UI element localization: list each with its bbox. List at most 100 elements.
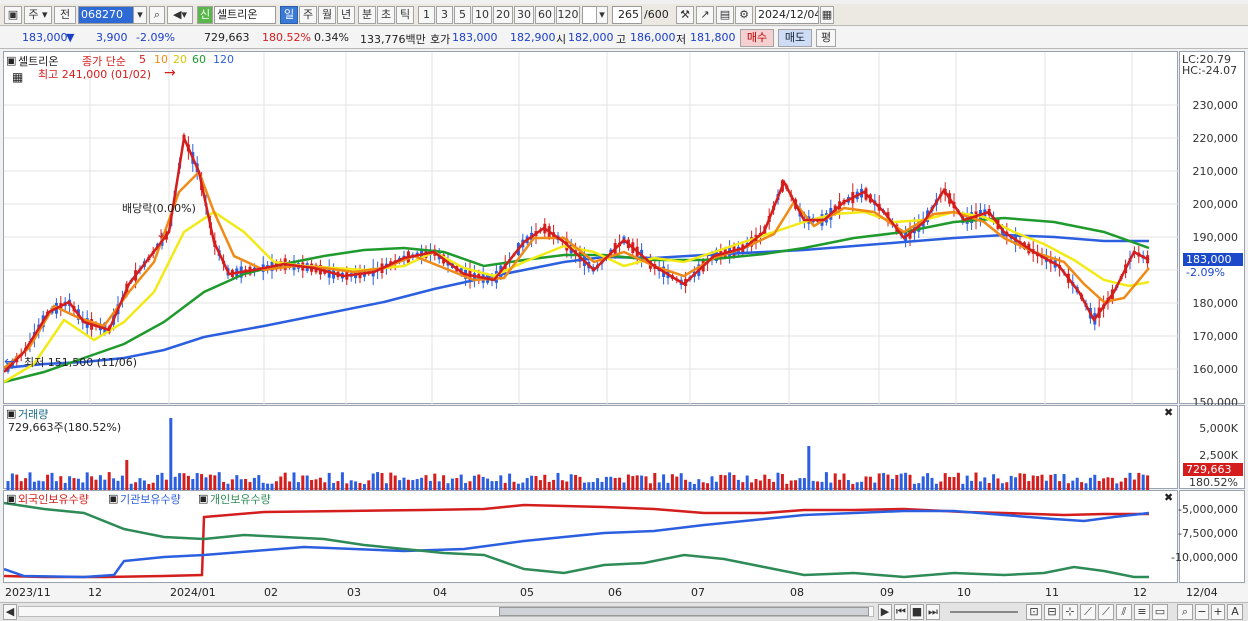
split-icon[interactable]: ⊟ (1044, 604, 1060, 620)
period-week[interactable]: 주 (299, 6, 317, 24)
volume-bar (776, 472, 780, 490)
volume-bar (1088, 477, 1092, 490)
count-input[interactable]: 265 (612, 6, 642, 24)
period-day[interactable]: 일 (280, 6, 298, 24)
pane-close-icon[interactable]: ✖ (1164, 491, 1173, 504)
table-icon[interactable]: ▦ (12, 70, 23, 84)
all-button[interactable]: 전 (54, 6, 76, 24)
minute-60[interactable]: 60 (535, 6, 555, 24)
calendar-icon[interactable]: ▦ (820, 6, 834, 24)
period-second[interactable]: 초 (377, 6, 395, 24)
pane-settings-icon[interactable]: ▣ (6, 492, 16, 505)
buy-button[interactable]: 매수 (740, 29, 774, 47)
draw-tool-icon[interactable]: ↗ (696, 6, 714, 24)
x-tick: 2023/11 (5, 586, 51, 599)
minute-20[interactable]: 20 (493, 6, 513, 24)
date-input[interactable]: 2024/12/04 (755, 6, 819, 24)
minute-30[interactable]: 30 (514, 6, 534, 24)
crosshair-icon[interactable]: ⊹ (1062, 604, 1078, 620)
search-icon[interactable]: ⌕ (149, 6, 165, 24)
font-size-icon[interactable]: A (1227, 604, 1243, 620)
volume-bar (252, 477, 256, 490)
window-icon[interactable]: ▣ (4, 6, 22, 24)
custom-period-dropdown-icon[interactable]: ▾ (596, 6, 608, 24)
scroll-left-icon[interactable]: ◀ (3, 604, 17, 620)
code-dropdown-icon[interactable]: ▾ (133, 6, 147, 24)
zoom-slider[interactable] (950, 611, 1018, 613)
volume-bar (622, 482, 626, 490)
box-tool-icon[interactable]: ▭ (1152, 604, 1168, 620)
volume-bar (1128, 472, 1132, 490)
scrollbar-thumb[interactable] (499, 607, 869, 616)
channel-icon[interactable]: ⫽ (1116, 604, 1132, 620)
volume-bar (151, 482, 155, 490)
indicator-icon[interactable]: ⚒ (676, 6, 694, 24)
volume-bar (336, 481, 340, 490)
volume-bar (28, 472, 32, 490)
forward-icon[interactable]: ⏭ (926, 604, 940, 620)
volume-bar (873, 482, 877, 490)
x-tick: 06 (608, 586, 622, 599)
volume-bar (490, 481, 494, 490)
volume-bar (846, 480, 850, 490)
volume-pane[interactable]: ▣ 거래량 729,663주(180.52%) ✖ (3, 405, 1178, 490)
volume-bar (1124, 477, 1128, 490)
zoom-out-icon[interactable]: − (1195, 604, 1209, 620)
volume-bar (279, 476, 283, 490)
period-year[interactable]: 년 (337, 6, 355, 24)
horizontal-scrollbar[interactable] (18, 606, 874, 617)
average-button[interactable]: 평 (816, 29, 836, 47)
speaker-icon[interactable]: ◀▾ (167, 6, 193, 24)
volume-bar (1000, 483, 1004, 490)
scroll-right-icon[interactable]: ▶ (878, 604, 892, 620)
trend-line-icon[interactable]: ⟋ (1080, 604, 1096, 620)
volume-bar (653, 472, 657, 490)
volume-value: 729,663주(180.52%) (8, 421, 122, 434)
price-chart-pane[interactable]: → ← ↓ ▣ 셀트리온 종가 단순 5 10 20 60 120 최고 241… (3, 51, 1179, 405)
volume-bar (186, 475, 190, 490)
market-select[interactable]: 주 ▾ (24, 6, 52, 24)
volume-bar (631, 476, 635, 490)
volume-bar (688, 481, 692, 490)
save-icon[interactable]: ▤ (716, 6, 734, 24)
volume-bar (468, 481, 472, 490)
gear-icon[interactable]: ⚙ (735, 6, 753, 24)
x-tick: 09 (880, 586, 894, 599)
volume-bar (565, 481, 569, 490)
rewind-icon[interactable]: ⏮ (894, 604, 908, 620)
layout-icon[interactable]: ⊡ (1026, 604, 1042, 620)
zoom-in-icon[interactable]: + (1211, 604, 1225, 620)
price-chart-svg[interactable]: → ← ↓ (4, 52, 1179, 405)
stock-name-field[interactable]: 셀트리온 (214, 6, 276, 24)
line-tool-icon[interactable]: ⟋ (1098, 604, 1114, 620)
volume-bar (274, 481, 278, 490)
volume-bar (310, 479, 314, 490)
period-tick[interactable]: 틱 (396, 6, 414, 24)
count-total: /600 (644, 8, 669, 21)
minute-120[interactable]: 120 (556, 6, 580, 24)
zoom-search-icon[interactable]: ⌕ (1177, 604, 1193, 620)
minute-10[interactable]: 10 (472, 6, 492, 24)
volume-bar (433, 473, 437, 490)
pane-close-icon[interactable]: ✖ (1164, 406, 1173, 419)
sell-button[interactable]: 매도 (778, 29, 812, 47)
volume-bar (41, 481, 45, 490)
volume-bar (820, 481, 824, 490)
volume-bar (618, 477, 622, 490)
volume-bar (732, 474, 736, 490)
volume-bar (248, 482, 252, 490)
period-minute[interactable]: 분 (358, 6, 376, 24)
minute-5[interactable]: 5 (454, 6, 471, 24)
volume-bar (948, 476, 952, 490)
bottom-bar: ◀ ▶ ⏮ ■ ⏭ ⊡ ⊟ ⊹ ⟋ ⟋ ⫽ ≡ ▭ ⌕ − + A (0, 602, 1248, 621)
volume-bar (459, 474, 463, 490)
minute-3[interactable]: 3 (436, 6, 453, 24)
minute-1[interactable]: 1 (418, 6, 435, 24)
stop-icon[interactable]: ■ (910, 604, 924, 620)
stock-code-input[interactable]: 068270 (78, 6, 136, 24)
pane-settings-icon[interactable]: ▣ (6, 54, 16, 67)
period-month[interactable]: 월 (318, 6, 336, 24)
x-tick: 02 (264, 586, 278, 599)
fib-icon[interactable]: ≡ (1134, 604, 1150, 620)
holding-pane[interactable]: ▣ 외국인보유수량 ▣ 기관보유수량 ▣ 개인보유수량 ✖ (3, 490, 1178, 583)
